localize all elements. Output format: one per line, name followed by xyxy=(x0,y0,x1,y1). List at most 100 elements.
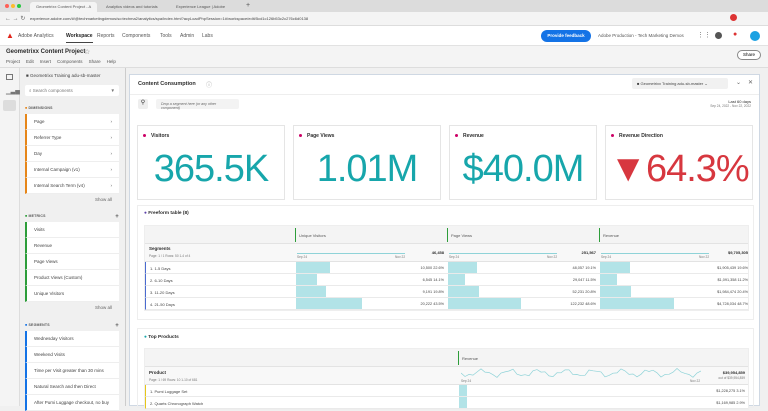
nav-reports[interactable]: Reports xyxy=(97,33,115,39)
chevron-right-icon: › xyxy=(110,183,113,188)
nav-admin[interactable]: Admin xyxy=(180,33,194,39)
panel-title: Content Consumption xyxy=(138,81,196,87)
apps-grid-icon[interactable]: ⋮⋮ xyxy=(697,31,711,39)
browser-tab[interactable]: Experience League | Adobe xyxy=(170,2,231,12)
summary-card-page-views[interactable]: Page Views 1.01M xyxy=(293,125,441,200)
component-dimensions-item[interactable]: Day › xyxy=(25,146,119,162)
component-metrics-item[interactable]: Unique Visitors xyxy=(25,286,119,302)
summary-value: $40.0M xyxy=(462,148,585,190)
component-metrics-item[interactable]: Visits xyxy=(25,222,119,238)
component-dimensions-item[interactable]: Internal Search Term (v4) › xyxy=(25,178,119,194)
url-input[interactable]: experience.adobe.com/#/@techmarketingdem… xyxy=(30,15,650,23)
column-total: $9,705,305 xyxy=(727,250,748,255)
add-segment-icon[interactable]: + xyxy=(115,323,119,329)
report-suite-selector[interactable]: ■ Geometrixx Training adu-sb-master xyxy=(26,73,101,78)
column-header-revenue[interactable]: Revenue xyxy=(458,351,481,365)
component-segments-item[interactable]: Wednesday Visitors xyxy=(25,331,119,347)
component-segments-item[interactable]: After Pumi Luggage checkout, no buy xyxy=(25,395,119,411)
component-segments-item[interactable]: Weekend Visits xyxy=(25,347,119,363)
filter-icon[interactable]: ▼ xyxy=(111,88,115,93)
project-menu: Project Edit Insert Components Share Hel… xyxy=(6,59,116,64)
new-tab-button[interactable]: + xyxy=(240,0,256,10)
component-metrics-item[interactable]: Revenue xyxy=(25,238,119,254)
menu-help[interactable]: Help xyxy=(107,59,116,64)
component-label: Wednesday Visitors xyxy=(34,336,74,341)
profile-icon[interactable] xyxy=(730,14,737,21)
component-label: Day xyxy=(34,151,43,156)
component-segments-item[interactable]: Natural Search and then Direct xyxy=(25,379,119,395)
minimize-window-button[interactable] xyxy=(11,4,15,8)
segment-drop-zone[interactable]: Drop a segment here (or any other compon… xyxy=(156,99,239,110)
table-row[interactable]: 1. Pumi Luggage Set $1,228,275 3.1% xyxy=(145,385,748,397)
notifications-icon[interactable]: ● xyxy=(733,31,737,38)
summary-card-revenue[interactable]: Revenue $40.0M xyxy=(449,125,597,200)
component-metrics-item[interactable]: Product Views (Custom) xyxy=(25,270,119,286)
dimensions-show-all[interactable]: Show all xyxy=(95,197,112,202)
menu-components[interactable]: Components xyxy=(57,59,83,64)
cell-value: 29,047 11.5% xyxy=(572,278,596,282)
browser-tab[interactable]: Analytics videos and tutorials xyxy=(100,2,164,12)
down-triangle-icon: ▼ xyxy=(609,148,647,190)
provide-feedback-button[interactable]: Provide feedback xyxy=(541,30,591,42)
browser-tab[interactable]: Geometrixx Content Project - A xyxy=(30,2,98,12)
visualizations-icon[interactable]: ▁▃▅ xyxy=(6,88,20,95)
panel-report-suite-dropdown[interactable]: ■ Geometrixx Training adu-sb-master ⌄ xyxy=(632,78,728,89)
component-label: Page xyxy=(34,119,45,124)
sparkline-start: Sep 24 xyxy=(461,379,472,383)
table-row[interactable]: 2. Quarts Chronograph Watch $1,169,985 2.… xyxy=(145,397,748,409)
segment-filter-icon[interactable]: ⚲ xyxy=(138,99,148,109)
component-label: Weekend Visits xyxy=(34,352,65,357)
nav-components[interactable]: Components xyxy=(122,33,150,39)
component-segments-item[interactable]: Time per Visit greater than 30 mins xyxy=(25,363,119,379)
cell-value: $1,228,275 3.1% xyxy=(716,389,745,393)
nav-workspace[interactable]: Workspace xyxy=(66,33,93,43)
nav-tools[interactable]: Tools xyxy=(160,33,172,39)
component-label: Product Views (Custom) xyxy=(34,275,83,280)
table-row[interactable]: 3. 11-20 Days 9,191 19.8% 52,231 20.8% $1,9… xyxy=(145,286,748,298)
project-title[interactable]: Geometrixx Content Project xyxy=(6,49,85,55)
components-icon[interactable] xyxy=(3,100,16,111)
panels-icon[interactable] xyxy=(6,74,13,80)
close-icon[interactable]: ✕ xyxy=(748,79,753,86)
component-dimensions-item[interactable]: Page › xyxy=(25,114,119,130)
maximize-window-button[interactable] xyxy=(17,4,21,8)
table-paging: Page: 1 / 1 Rows: 50 1-4 of 4 xyxy=(149,254,191,258)
avatar[interactable] xyxy=(750,31,760,41)
help-icon[interactable] xyxy=(715,32,722,39)
metrics-show-all[interactable]: Show all xyxy=(95,305,112,310)
search-components-input[interactable]: ⌕ Search components ▼ xyxy=(25,85,119,96)
info-icon[interactable]: ⓘ xyxy=(206,80,212,89)
org-switcher[interactable]: Adobe Production - Tech Marketing Demos xyxy=(598,33,684,38)
component-metrics-item[interactable]: Page Views xyxy=(25,254,119,270)
column-total: 46,458 xyxy=(431,250,444,255)
table-row[interactable]: 1. 1-5 Days 10,500 22.6% 48,057 19.1% $1,90… xyxy=(145,262,748,274)
collapse-icon[interactable]: ⌄ xyxy=(736,79,741,86)
summary-card-visitors[interactable]: Visitors 365.5K xyxy=(137,125,285,200)
nav-labs[interactable]: Labs xyxy=(202,33,213,39)
dimension-header[interactable]: Segments xyxy=(149,246,171,251)
component-label: Referrer Type xyxy=(34,135,62,140)
date-range-picker[interactable]: Last 60 days Sep 24, 2022 - Nov 22, 2022 xyxy=(710,99,751,108)
top-products-title: ● Top Products xyxy=(144,335,179,340)
add-metric-icon[interactable]: + xyxy=(115,214,119,220)
summary-card-revenue-direction[interactable]: Revenue Direction ▼64.3% xyxy=(605,125,753,200)
summary-value: ▼64.3% xyxy=(609,148,749,190)
component-label: Time per Visit greater than 30 mins xyxy=(34,368,104,373)
column-header[interactable]: Unique Visitors xyxy=(295,228,329,242)
cell-value: $4,728,034 48.7% xyxy=(717,302,748,306)
table-row[interactable]: 4. 21-50 Days 20,222 43.5% 122,232 48.6% $4… xyxy=(145,298,748,310)
component-dimensions-item[interactable]: Internal Campaign (v1) › xyxy=(25,162,119,178)
menu-share[interactable]: Share xyxy=(89,59,101,64)
back-icon[interactable]: ← → ↻ xyxy=(5,15,25,22)
component-dimensions-item[interactable]: Referrer Type › xyxy=(25,130,119,146)
dimension-header[interactable]: Product xyxy=(149,370,166,375)
column-header[interactable]: Page Views xyxy=(447,228,475,242)
share-button[interactable]: Share xyxy=(737,50,761,60)
menu-insert[interactable]: Insert xyxy=(40,59,51,64)
menu-project[interactable]: Project xyxy=(6,59,20,64)
close-window-button[interactable] xyxy=(5,4,9,8)
star-icon[interactable]: ☆ xyxy=(84,48,90,56)
table-row[interactable]: 2. 6-10 Days 6,545 14.1% 29,047 11.5% $1,09… xyxy=(145,274,748,286)
column-header[interactable]: Revenue xyxy=(599,228,622,242)
menu-edit[interactable]: Edit xyxy=(26,59,34,64)
